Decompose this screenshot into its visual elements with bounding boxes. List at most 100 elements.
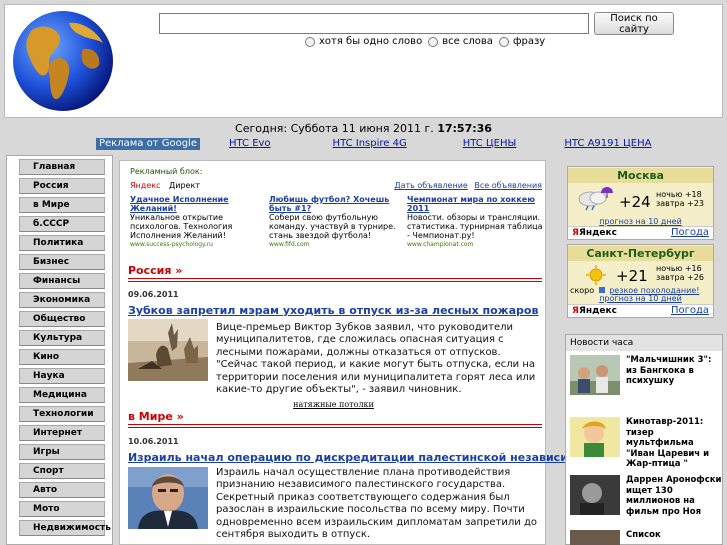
yandex-ad-title[interactable]: Любишь футбол? Хочешь быть #1? — [269, 195, 407, 213]
article-headline[interactable]: Зубков запретил мэрам уходить в отпуск и… — [128, 304, 538, 317]
radio-icon[interactable] — [428, 36, 439, 47]
article-headline[interactable]: Израиль начал операцию по дискредитации … — [128, 451, 605, 464]
direct-brand[interactable]: Директ — [169, 181, 200, 190]
news-headline[interactable]: Кинотавр-2011: тизер мультфильма "Иван Ц… — [626, 417, 722, 470]
news-thumb[interactable] — [570, 417, 620, 457]
weather-city[interactable]: Москва — [568, 168, 713, 183]
weather-night: ночью +18 — [656, 190, 702, 199]
nav-item-auto[interactable]: Авто — [19, 482, 105, 498]
yandex-brand[interactable]: Яндекс — [130, 181, 160, 190]
weather-tomorrow: завтра +26 — [656, 273, 704, 282]
news-hour-panel: Новости часа "Мальчишник 3": из Бангкока… — [565, 334, 723, 545]
mode-all-words[interactable]: все слова — [428, 36, 493, 47]
nav-item-russia[interactable]: Россия — [19, 178, 105, 194]
weather-city[interactable]: Санкт-Петербург — [568, 246, 713, 261]
weather-link[interactable]: Погода — [671, 305, 709, 316]
yandex-logo[interactable]: ЯЯндекс — [572, 228, 617, 238]
weather-footer: ЯЯндекс Погода — [568, 226, 713, 239]
article-lead: Вице-премьер Виктор Зубков заявил, что р… — [216, 322, 536, 396]
page: Поиск по сайту хотя бы одно слово все сл… — [0, 0, 727, 545]
weather-temp: +24 — [619, 193, 651, 211]
yandex-ad-item[interactable]: Чемпионат мира по хоккею 2011 Новости. о… — [407, 195, 545, 249]
header: Поиск по сайту хотя бы одно слово все сл… — [4, 4, 723, 118]
nav-item-economy[interactable]: Экономика — [19, 292, 105, 308]
news-thumb[interactable] — [570, 530, 620, 545]
mode-any-words-label: хотя бы одно слово — [319, 36, 423, 47]
google-ads-bar: Реклама от Google HTC Evo HTC Inspire 4G… — [96, 138, 651, 150]
news-headline[interactable]: Даррен Аронофски ищет 130 миллионов на ф… — [626, 475, 722, 517]
search-input[interactable] — [159, 13, 589, 34]
yandex-ad-block-label: Рекламный блок: — [130, 167, 203, 176]
clock-text: 17:57:36 — [437, 122, 492, 135]
yandex-ad-url[interactable]: www.success-psychology.ru — [130, 240, 268, 249]
forecast-link[interactable]: прогноз на 10 дней — [568, 294, 713, 303]
nav-item-ussr[interactable]: б.СССР — [19, 216, 105, 232]
section-divider — [128, 424, 542, 428]
article-photo-politician[interactable] — [128, 467, 208, 529]
forecast-link[interactable]: прогноз на 10 дней — [568, 217, 713, 226]
weather-tomorrow: завтра +23 — [656, 199, 704, 208]
mode-phrase[interactable]: фразу — [498, 36, 545, 47]
yandex-ad-item[interactable]: Удачное Исполнение Желаний! Уникальное о… — [130, 195, 268, 249]
nav-item-politics[interactable]: Политика — [19, 235, 105, 251]
yandex-direct-links: Дать объявление Все объявления — [390, 181, 542, 190]
yandex-ad-item[interactable]: Любишь футбол? Хочешь быть #1? Собери св… — [269, 195, 407, 249]
yandex-ad-url[interactable]: www.fifd.com — [269, 240, 407, 249]
article-date: 09.06.2011 — [128, 290, 179, 299]
nav-item-home[interactable]: Главная — [19, 159, 105, 175]
weather-moscow: Москва +24 ночью +18 завтра +23 прогноз … — [567, 166, 714, 240]
yandex-ad-desc: Уникальное открытие психологов. Технолог… — [130, 213, 233, 240]
ad-link-htc-a9191[interactable]: HTC A9191 ЦЕНА — [564, 138, 651, 150]
google-ads-label[interactable]: Реклама от Google — [96, 138, 200, 150]
nav-item-realty[interactable]: Недвижимость — [19, 520, 111, 536]
nav-item-society[interactable]: Общество — [19, 311, 105, 327]
nav-item-culture[interactable]: Культура — [19, 330, 105, 346]
ad-link-htc-evo[interactable]: HTC Evo — [229, 138, 271, 150]
all-ads-link[interactable]: Все объявления — [474, 181, 542, 190]
news-headline[interactable]: "Мальчишник 3": из Бангкока в психушку — [626, 355, 722, 387]
give-ad-link[interactable]: Дать объявление — [394, 181, 467, 190]
radio-icon[interactable] — [305, 36, 315, 47]
nav-item-medicine[interactable]: Медицина — [19, 387, 105, 403]
nav-item-internet[interactable]: Интернет — [19, 425, 105, 441]
down-arrow-icon — [598, 287, 605, 293]
search-button[interactable]: Поиск по сайту — [594, 12, 674, 35]
mode-any-words[interactable]: хотя бы одно слово — [305, 36, 422, 47]
nav-item-science[interactable]: Наука — [19, 368, 105, 384]
weather-details: ночью +16 завтра +26 — [656, 264, 704, 282]
yandex-logo[interactable]: ЯЯндекс — [572, 306, 617, 316]
yandex-ad-title[interactable]: Чемпионат мира по хоккею 2011 — [407, 195, 545, 213]
news-headline[interactable]: Список — [626, 530, 722, 541]
ad-link-htc-inspire[interactable]: HTC Inspire 4G — [333, 138, 407, 150]
left-nav: Главная Россия в Мире б.СССР Политика Би… — [6, 155, 113, 545]
weather-link[interactable]: Погода — [671, 227, 709, 238]
section-title-world[interactable]: в Мире » — [128, 410, 184, 423]
nav-item-cinema[interactable]: Кино — [19, 349, 105, 365]
news-hour-title: Новости часа — [566, 335, 722, 351]
nav-item-sport[interactable]: Спорт — [19, 463, 105, 479]
yandex-ad-desc: Собери свою футбольную команду. участвуй… — [269, 213, 396, 240]
dateline: Сегодня: Суббота 11 июня 2011 г. 17:57:3… — [0, 122, 727, 135]
nav-item-games[interactable]: Игры — [19, 444, 105, 460]
article-photo-fire[interactable] — [128, 319, 208, 381]
news-thumb[interactable] — [570, 475, 620, 515]
nav-item-technology[interactable]: Технологии — [19, 406, 105, 422]
ad-link-htc-prices[interactable]: HTC ЦЕНЫ — [463, 138, 517, 150]
nav-item-finance[interactable]: Финансы — [19, 273, 105, 289]
weather-details: ночью +18 завтра +23 — [656, 190, 704, 208]
section-title-russia[interactable]: Россия » — [128, 264, 182, 277]
nav-item-moto[interactable]: Мото — [19, 501, 105, 517]
ceilings-ad-link[interactable]: натяжные потолки — [120, 400, 547, 409]
article-date: 10.06.2011 — [128, 437, 179, 446]
news-thumb[interactable] — [570, 355, 620, 395]
section-divider — [128, 278, 542, 282]
radio-icon[interactable] — [498, 36, 509, 47]
article-lead: Израиль начал осуществление плана против… — [216, 467, 537, 541]
globe-logo[interactable] — [11, 9, 115, 113]
yandex-ad-url[interactable]: www.championat.com — [407, 240, 545, 249]
nav-item-world[interactable]: в Мире — [19, 197, 105, 213]
nav-item-business[interactable]: Бизнес — [19, 254, 105, 270]
yandex-ad-title[interactable]: Удачное Исполнение Желаний! — [130, 195, 268, 213]
weather-temp: +21 — [616, 267, 648, 285]
search-mode-group: хотя бы одно слово все слова фразу — [305, 36, 545, 47]
